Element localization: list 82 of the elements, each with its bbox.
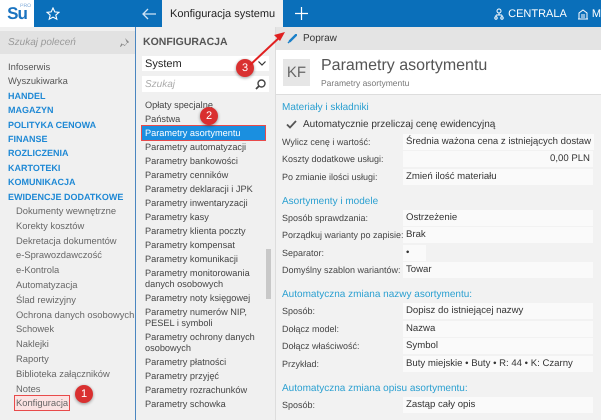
settings-list-item[interactable]: Parametry automatyzacji	[142, 140, 250, 154]
record-badge: KF	[283, 58, 310, 86]
section-heading: Automatyczna zmiana opisu asortymentu:	[282, 382, 469, 396]
menu-item[interactable]: Schowek	[15, 322, 56, 336]
field-label: Sposób sprawdzania:	[282, 212, 370, 222]
menu-item[interactable]: e-Kontrola	[15, 263, 60, 278]
menu-item[interactable]: e-Sprawozdawczość	[15, 248, 103, 262]
field-label: Sposób:	[282, 306, 316, 316]
field-label: Wylicz cenę i wartość:	[282, 136, 372, 146]
settings-list-item[interactable]: Parametry deklaracji i JPK	[142, 182, 256, 196]
value-field[interactable]: 0,00 PLN	[403, 151, 593, 167]
scrollbar-thumb[interactable]	[266, 249, 271, 299]
menu-item[interactable]: Naklejki	[15, 337, 50, 352]
section-heading: Automatyczna zmiana nazwy asortymentu:	[282, 288, 474, 302]
settings-list-item[interactable]: Parametry ochrony danych osobowych	[142, 330, 265, 355]
settings-list-item[interactable]: Parametry płatności	[142, 355, 230, 369]
settings-list-item[interactable]: Parametry noty księgowej	[142, 291, 254, 305]
star-icon[interactable]	[46, 6, 60, 20]
settings-list-item[interactable]: Parametry numerów NIP, PESEL i symboli	[142, 305, 265, 330]
field-label: Dołącz model:	[282, 324, 340, 334]
chevron-down-icon	[258, 61, 266, 66]
field-label: Domyślny szablon wariantów:	[282, 265, 402, 275]
pointer-arrow	[249, 32, 285, 66]
checkbox-label: Automatycznie przeliczaj cenę ewidencyjną	[303, 118, 496, 130]
settings-list-item[interactable]: Parametry kasy	[142, 210, 212, 224]
value-field[interactable]: Symbol	[403, 338, 593, 354]
value-field[interactable]: Dopisz do istniejącej nazwy	[403, 303, 593, 319]
back-arrow-icon[interactable]	[141, 8, 157, 20]
settings-list-item[interactable]: Parametry przyjęć	[142, 369, 222, 383]
search-icon[interactable]	[255, 78, 266, 90]
building-icon	[576, 8, 589, 20]
value-field[interactable]: Buty miejskie • Buty • R: 44 • K: Czarny	[403, 356, 593, 372]
value-field[interactable]: •	[403, 244, 426, 260]
value-field[interactable]: Nazwa	[403, 320, 593, 336]
menu-item[interactable]: Dokumenty wewnętrzne	[15, 204, 118, 218]
edit-button[interactable]: Popraw	[284, 28, 340, 48]
field-label: Koszty dodatkowe usługi:	[282, 154, 385, 164]
panel-heading: KONFIGURACJA	[142, 35, 229, 50]
menu-item[interactable]: Ślad rewizyjny	[15, 292, 77, 307]
menu-item[interactable]: Korekty kosztów	[15, 218, 86, 233]
field-label: Separator:	[282, 248, 326, 258]
value-field[interactable]: Towar	[403, 262, 593, 278]
settings-list-item[interactable]: Parametry monitorowania danych osobowych	[142, 266, 265, 291]
value-field[interactable]: Zmień ilość materiału	[403, 168, 593, 184]
menu-item[interactable]: Wyszukiwarka	[8, 74, 135, 89]
settings-list-item[interactable]: Parametry inwentaryzacji	[142, 196, 251, 210]
field-label: Sposób:	[282, 400, 316, 410]
value-field[interactable]: Średnia ważona cena z istniejących dostaw	[403, 134, 594, 150]
settings-list-item[interactable]: Parametry cenników	[142, 168, 232, 182]
settings-list-item[interactable]: Parametry komunikacji	[142, 252, 241, 266]
settings-list-item[interactable]: Parametry bankowości	[142, 154, 241, 168]
menu-item[interactable]: Konfiguracja	[15, 396, 70, 410]
store-label[interactable]: M	[592, 8, 601, 20]
value-field[interactable]: Zastąp cały opis	[403, 396, 593, 412]
page-subtitle: Parametry asortymentu	[321, 78, 410, 88]
menu-item[interactable]: Dekretacja dokumentów	[15, 234, 118, 248]
location-label[interactable]: CENTRALA	[508, 8, 567, 20]
field-label: Po zmianie ilości usługi:	[282, 172, 379, 182]
section-heading: Asortymenty i modele	[282, 194, 380, 208]
menu-item[interactable]: Notes	[15, 382, 42, 396]
settings-list-item[interactable]: Parametry rozrachunków	[142, 383, 250, 397]
field-label: Porządkuj warianty po zapisie:	[282, 230, 403, 240]
settings-list-item[interactable]: Parametry klienta poczty	[142, 224, 249, 238]
pencil-icon	[287, 34, 297, 44]
menu-item[interactable]: Infoserwis	[8, 60, 135, 74]
plus-icon[interactable]	[294, 7, 308, 20]
page-title: Parametry asortymentu	[321, 56, 488, 74]
value-field[interactable]: Ostrzeżenie	[403, 210, 593, 226]
value-field[interactable]: Brak	[403, 227, 593, 243]
people-icon	[493, 8, 506, 20]
field-label: Przykład:	[282, 358, 320, 368]
settings-list-item[interactable]: Parametry kompensat	[142, 238, 238, 252]
tab[interactable]: Konfiguracja systemu	[162, 0, 284, 27]
menu-item[interactable]: Ochrona danych osobowych	[15, 308, 136, 322]
section-heading: Materiały i składniki	[282, 101, 370, 115]
menu-item[interactable]: Automatyzacja	[15, 278, 78, 292]
menu-item[interactable]: Biblioteka załączników	[15, 366, 111, 381]
checkbox[interactable]	[285, 118, 298, 130]
settings-list-item[interactable]: Parametry schowka	[142, 397, 229, 411]
field-label: Dołącz właściwość:	[282, 341, 361, 351]
menu-item[interactable]: Raporty	[15, 352, 50, 366]
settings-list-item[interactable]: Państwa	[142, 112, 184, 126]
